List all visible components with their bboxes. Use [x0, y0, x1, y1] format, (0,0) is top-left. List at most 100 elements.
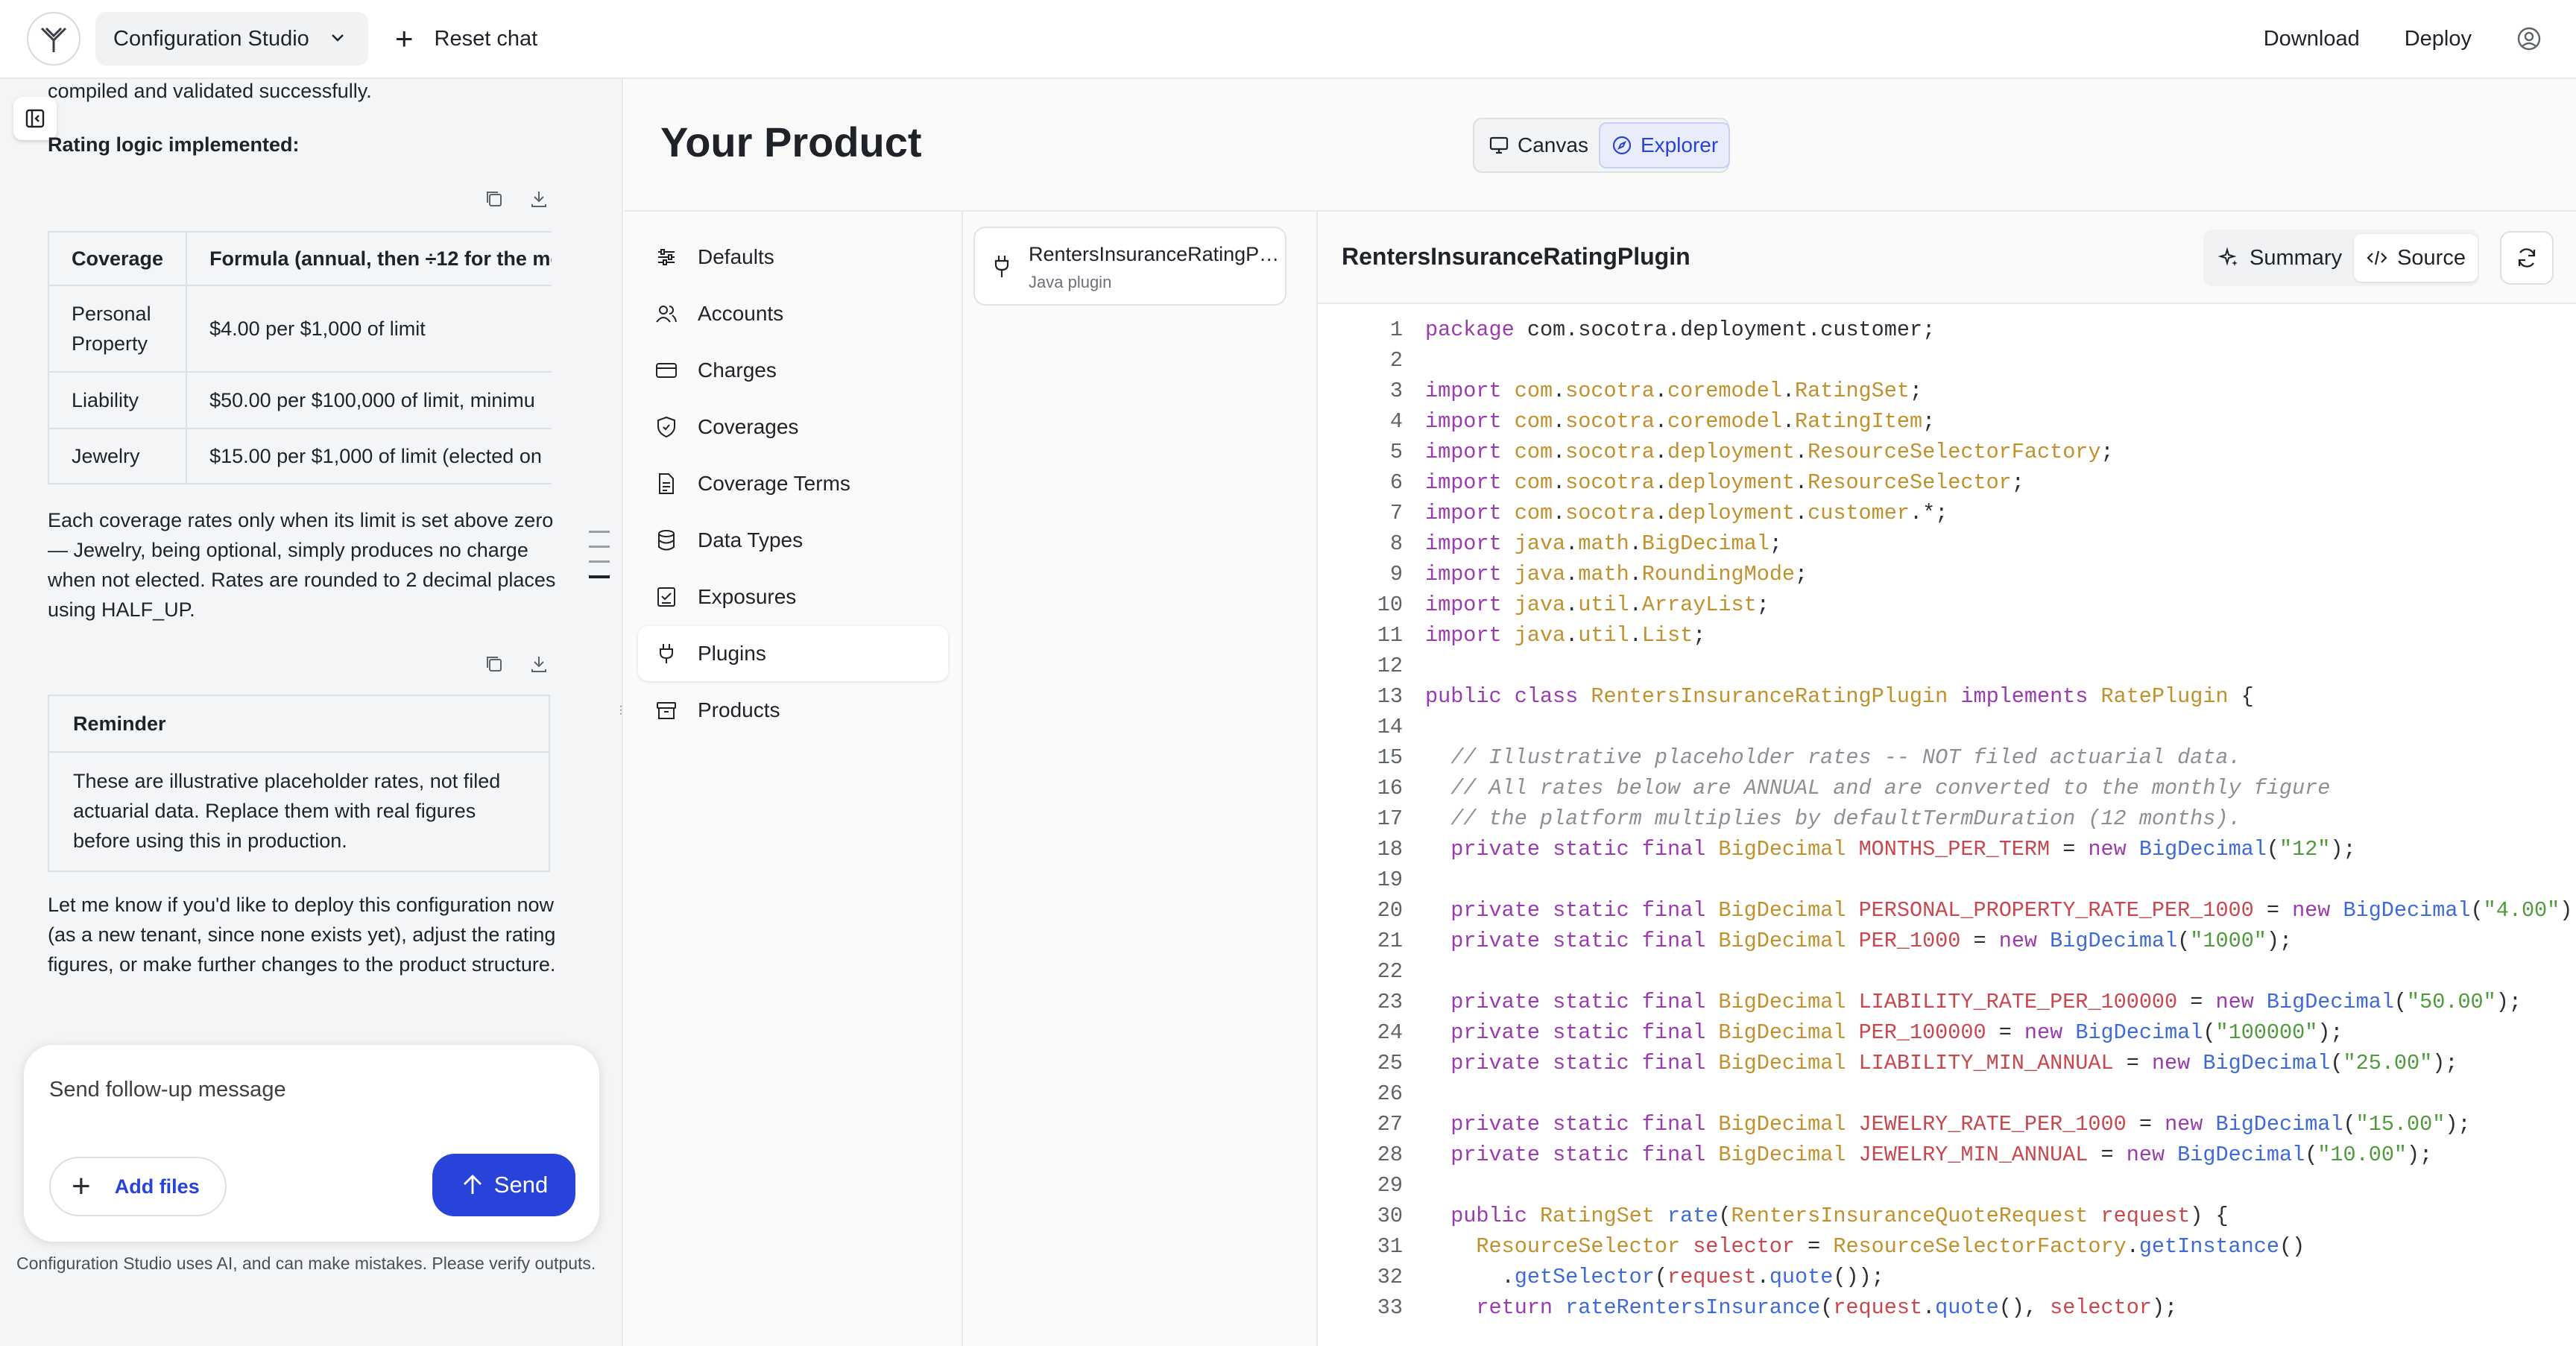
reminder-box: Reminder These are illustrative placehol…: [48, 695, 550, 872]
code-text: import java.util.List;: [1425, 623, 1706, 648]
page-title: Your Product: [660, 119, 922, 165]
editor-header: RentersInsuranceRatingPlugin Summary Sou…: [1318, 212, 2576, 304]
line-number: 5: [1389, 440, 1403, 464]
table-row: Liability $50.00 per $100,000 of limit, …: [48, 371, 552, 429]
nav-item-coverages[interactable]: Coverages: [638, 399, 948, 455]
download-button[interactable]: Download: [2264, 27, 2360, 51]
code-text: import com.socotra.deployment.customer.*…: [1425, 501, 1948, 525]
tab-summary[interactable]: Summary: [2206, 234, 2354, 282]
line-number: 31: [1377, 1234, 1403, 1259]
code-line: 27 private static final BigDecimal JEWEL…: [1318, 1109, 2576, 1140]
plus-icon: +: [395, 21, 414, 56]
main-area: Your Product Canvas Explorer Defaults Ac…: [625, 79, 2576, 1346]
app-logo[interactable]: [27, 12, 80, 66]
code-line: 5 import com.socotra.deployment.ResourceS…: [1318, 437, 2576, 467]
nav-item-coverage-terms[interactable]: Coverage Terms: [638, 456, 948, 511]
code-line: 12: [1318, 651, 2576, 681]
code-line: 26: [1318, 1078, 2576, 1109]
code-line: 24 private static final BigDecimal PER_1…: [1318, 1017, 2576, 1048]
code-text: return rateRentersInsurance(request.quot…: [1476, 1295, 2178, 1320]
code-text: private static final BigDecimal JEWELRY_…: [1450, 1112, 2471, 1137]
code-line: 3 import com.socotra.coremodel.RatingSet;: [1318, 376, 2576, 406]
top-bar: Configuration Studio + Reset chat Downlo…: [0, 0, 2576, 79]
add-files-button[interactable]: + Add files: [49, 1157, 227, 1216]
credit-card-icon: [656, 363, 677, 378]
code-text: import java.util.ArrayList;: [1425, 593, 1770, 617]
code-text: private static final BigDecimal MONTHS_P…: [1450, 837, 2356, 862]
reset-chat-label: Reset chat: [434, 26, 538, 51]
code-line: 2: [1318, 345, 2576, 376]
tab-source[interactable]: Source: [2354, 234, 2478, 282]
nav-item-accounts[interactable]: Accounts: [638, 286, 948, 341]
copy-icon[interactable]: [483, 188, 505, 210]
editor-view-switcher: Summary Source: [2203, 230, 2479, 286]
code-text: private static final BigDecimal LIABILIT…: [1450, 1051, 2458, 1075]
line-number: 9: [1389, 562, 1403, 587]
nav-item-products[interactable]: Products: [638, 683, 948, 738]
code-line: 7 import com.socotra.deployment.customer.…: [1318, 498, 2576, 528]
sparkles-icon: [2218, 247, 2238, 266]
tab-canvas[interactable]: Canvas: [1477, 122, 1599, 168]
reset-chat-button[interactable]: + Reset chat: [395, 13, 537, 64]
code-line: 20 private static final BigDecimal PERSO…: [1318, 895, 2576, 926]
editor-title: RentersInsuranceRatingPlugin: [1342, 243, 1690, 270]
nav-item-label: Accounts: [698, 302, 784, 325]
code-text: // Illustrative placeholder rates -- NOT…: [1425, 745, 2241, 770]
code-text: import java.math.BigDecimal;: [1425, 531, 1782, 556]
plugin-card[interactable]: RentersInsuranceRatingPlu... Java plugin: [973, 227, 1287, 306]
code-text: import com.socotra.deployment.ResourceSe…: [1425, 440, 2114, 464]
tab-summary-label: Summary: [2250, 245, 2343, 270]
nav-item-label: Defaults: [698, 245, 774, 268]
code-line: 23 private static final BigDecimal LIABI…: [1318, 987, 2576, 1017]
send-button[interactable]: Send: [432, 1154, 575, 1216]
reminder-body: These are illustrative placeholder rates…: [73, 770, 501, 852]
user-account-icon[interactable]: [2516, 26, 2542, 51]
chat-paragraph: Each coverage rates only when its limit …: [48, 509, 556, 621]
nav-item-data-types[interactable]: Data Types: [638, 513, 948, 568]
line-number: 29: [1377, 1173, 1403, 1198]
project-selector[interactable]: Configuration Studio: [95, 12, 368, 66]
refresh-button[interactable]: [2500, 231, 2554, 285]
code-line: 25 private static final BigDecimal LIABI…: [1318, 1048, 2576, 1078]
add-files-label: Add files: [114, 1175, 200, 1198]
line-number: 1: [1389, 317, 1403, 342]
nav-item-charges[interactable]: Charges: [638, 343, 948, 398]
code-line: 4 import com.socotra.coremodel.RatingItem…: [1318, 406, 2576, 437]
code-text: private static final BigDecimal PER_1000…: [1450, 929, 2293, 953]
nav-item-exposures[interactable]: Exposures: [638, 569, 948, 625]
line-number: 17: [1377, 806, 1403, 831]
scroll-indicator[interactable]: [589, 531, 610, 591]
code-text: import com.socotra.deployment.ResourceSe…: [1425, 470, 2024, 495]
nav-item-plugins[interactable]: Plugins: [638, 626, 948, 681]
nav-item-label: Coverages: [698, 415, 799, 438]
box-icon: [657, 702, 676, 719]
code-line: 33 return rateRentersInsurance(request.q…: [1318, 1292, 2576, 1323]
line-number: 32: [1377, 1265, 1403, 1289]
code-text: import com.socotra.coremodel.RatingSet;: [1425, 379, 1923, 403]
nav-item-label: Plugins: [698, 642, 766, 665]
nav-item-defaults[interactable]: Defaults: [638, 230, 948, 285]
tab-canvas-label: Canvas: [1518, 133, 1588, 157]
download-icon[interactable]: [528, 653, 550, 675]
code-editor: RentersInsuranceRatingPlugin Summary Sou…: [1316, 212, 2576, 1346]
code-line: 15 // Illustrative placeholder rates -- …: [1318, 742, 2576, 773]
deploy-button[interactable]: Deploy: [2405, 27, 2472, 51]
shield-icon: [657, 416, 675, 438]
line-number: 12: [1377, 654, 1403, 678]
source-code[interactable]: 1 package com.socotra.deployment.customer…: [1318, 315, 2576, 1323]
reminder-title: Reminder: [49, 696, 549, 753]
view-switcher: Canvas Explorer: [1473, 118, 1731, 173]
download-icon[interactable]: [528, 188, 550, 210]
copy-icon[interactable]: [483, 653, 505, 675]
tab-explorer-label: Explorer: [1640, 133, 1719, 157]
code-text: // the platform multiplies by defaultTer…: [1425, 806, 2241, 831]
sidebar-toggle-icon: [25, 109, 45, 128]
line-number: 21: [1377, 929, 1403, 953]
chevron-down-icon: [332, 34, 344, 42]
message-input[interactable]: Send follow-up message: [49, 1078, 286, 1102]
send-label: Send: [493, 1172, 549, 1198]
logo-icon: [40, 27, 67, 52]
database-icon: [658, 530, 675, 551]
tab-explorer[interactable]: Explorer: [1598, 122, 1731, 168]
line-number: 24: [1377, 1020, 1403, 1045]
